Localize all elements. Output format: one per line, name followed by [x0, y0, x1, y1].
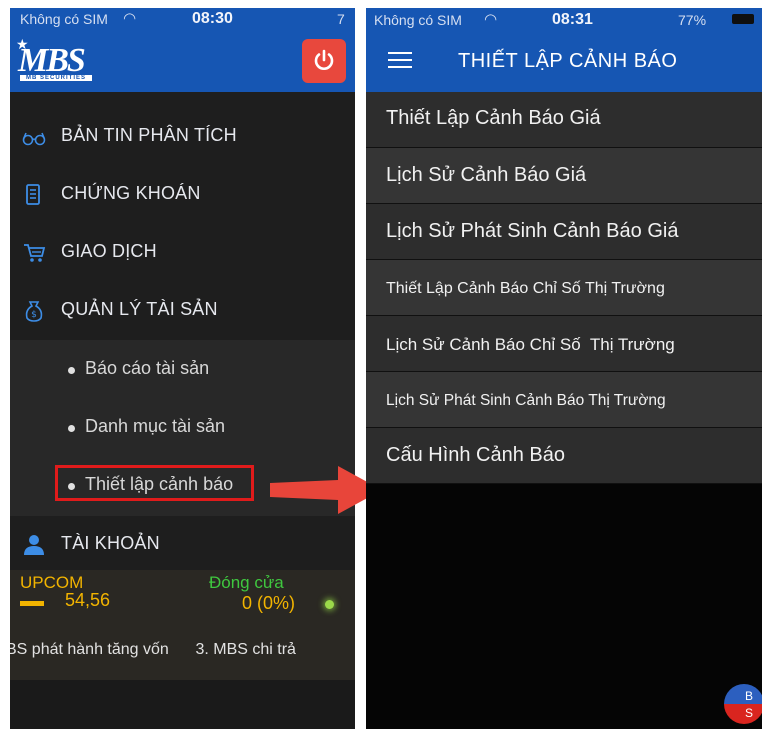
- bottom-spacer: [10, 680, 355, 729]
- menu-item-label: GIAO DỊCH: [61, 241, 157, 261]
- submenu-item-danh-muc-tai-san[interactable]: Danh mục tài sản: [10, 398, 355, 456]
- status-light-icon: [325, 600, 334, 609]
- carrier-label: Không có SIM: [20, 11, 108, 27]
- battery-label: 77%: [678, 12, 707, 28]
- menu-item-ban-tin[interactable]: BẢN TIN PHÂN TÍCH: [10, 108, 355, 166]
- badge-bottom-letter: S: [745, 706, 754, 720]
- right-phone-screen: Không có SIM ◠ 08:31 77% THIẾT LẬP CẢNH …: [366, 8, 762, 729]
- option-lich-su-canh-bao-gia[interactable]: Lịch Sử Cảnh Báo Giá: [366, 148, 762, 204]
- svg-text:$: $: [31, 310, 37, 320]
- document-icon: [26, 184, 40, 205]
- option-label: Thiết Lập Cảnh Báo Chỉ Số Thị Trường: [386, 280, 665, 297]
- option-label: Lịch Sử Cảnh Báo Chỉ Số Thị Trường: [386, 335, 675, 354]
- submenu-item-label: Thiết lập cảnh báo: [85, 474, 234, 494]
- menu-item-tai-khoan[interactable]: TÀI KHOẢN: [10, 516, 355, 574]
- menu-item-label: QUẢN LÝ TÀI SẢN: [61, 299, 218, 319]
- user-icon: [24, 535, 44, 555]
- clock: 08:30: [192, 10, 233, 27]
- submenu-item-label: Danh mục tài sản: [85, 416, 226, 436]
- option-lich-su-phat-sinh-canh-bao-gia[interactable]: Lịch Sử Phát Sinh Cảnh Báo Giá: [366, 204, 762, 260]
- cart-icon: [24, 244, 46, 262]
- bullet-icon: [68, 425, 75, 432]
- option-cau-hinh-canh-bao[interactable]: Cấu Hình Cảnh Báo: [366, 428, 762, 484]
- menu-item-label: TÀI KHOẢN: [61, 533, 160, 553]
- money-bag-icon: $: [25, 301, 43, 322]
- index-value: 54,56: [65, 590, 111, 610]
- option-label: Lịch Sử Cảnh Báo Giá: [386, 164, 587, 186]
- status-bar: Không có SIM ◠ 08:30 7: [10, 8, 355, 30]
- submenu-item-label: Báo cáo tài sản: [85, 358, 210, 378]
- app-header: ★ MBS MB SECURITIES: [10, 30, 355, 92]
- battery-label: 7: [337, 11, 345, 27]
- option-lich-su-phat-sinh-canh-bao-thi-truong[interactable]: Lịch Sử Phát Sinh Cảnh Báo Thị Trường: [366, 372, 762, 428]
- logo-subtext: MB SECURITIES: [20, 75, 93, 81]
- option-lich-su-canh-bao-chi-so[interactable]: Lịch Sử Cảnh Báo Chỉ Số Thị Trường: [366, 316, 762, 372]
- carrier-label: Không có SIM: [374, 12, 462, 28]
- badge-top-letter: B: [745, 689, 754, 703]
- wifi-icon: ◠: [123, 10, 137, 27]
- bullet-icon: [68, 483, 75, 490]
- battery-icon: [732, 14, 754, 24]
- index-change: 0 (0%): [242, 593, 296, 613]
- menu-item-chung-khoan[interactable]: CHỨNG KHOÁN: [10, 166, 355, 224]
- option-label: Cấu Hình Cảnh Báo: [386, 444, 566, 466]
- menu-item-giao-dich[interactable]: GIAO DỊCH: [10, 224, 355, 282]
- bullet-icon: [68, 367, 75, 374]
- mbs-logo: ★ MBS MB SECURITIES: [14, 36, 104, 84]
- market-ticker: UPCOM Đóng cửa 54,56 0 (0%) BS phát hành…: [10, 570, 355, 680]
- hamburger-icon[interactable]: [388, 52, 412, 70]
- left-phone-screen: Không có SIM ◠ 08:30 7 ★ MBS MB SECURITI…: [10, 8, 355, 729]
- option-thiet-lap-canh-bao-chi-so[interactable]: Thiết Lập Cảnh Báo Chỉ Số Thị Trường: [366, 260, 762, 316]
- wifi-icon: ◠: [484, 11, 498, 28]
- option-thiet-lap-canh-bao-gia[interactable]: Thiết Lập Cảnh Báo Giá: [366, 92, 762, 148]
- page-title: THIẾT LẬP CẢNH BÁO: [458, 50, 678, 72]
- menu-item-quan-ly-tai-san[interactable]: $ QUẢN LÝ TÀI SẢN: [10, 282, 355, 340]
- glasses-icon: [22, 132, 46, 146]
- power-icon: [314, 49, 334, 70]
- page-header: THIẾT LẬP CẢNH BÁO: [366, 32, 762, 92]
- menu-item-label: CHỨNG KHOÁN: [61, 183, 201, 203]
- floating-bs-button[interactable]: B S: [724, 684, 762, 724]
- option-label: Lịch Sử Phát Sinh Cảnh Báo Giá: [386, 220, 679, 242]
- option-label: Lịch Sử Phát Sinh Cảnh Báo Thị Trường: [386, 392, 666, 409]
- submenu-item-bao-cao-tai-san[interactable]: Báo cáo tài sản: [10, 340, 355, 398]
- option-label: Thiết Lập Cảnh Báo Giá: [386, 107, 601, 129]
- menu-item-label: BẢN TIN PHÂN TÍCH: [61, 125, 237, 145]
- news-marquee[interactable]: BS phát hành tăng vốn 3. MBS chi trả: [10, 641, 296, 659]
- clock: 08:31: [552, 11, 593, 28]
- status-bar: Không có SIM ◠ 08:31 77%: [366, 8, 762, 32]
- flat-indicator-icon: [20, 601, 44, 606]
- logout-button[interactable]: [302, 39, 346, 83]
- market-status: Đóng cửa: [209, 573, 284, 592]
